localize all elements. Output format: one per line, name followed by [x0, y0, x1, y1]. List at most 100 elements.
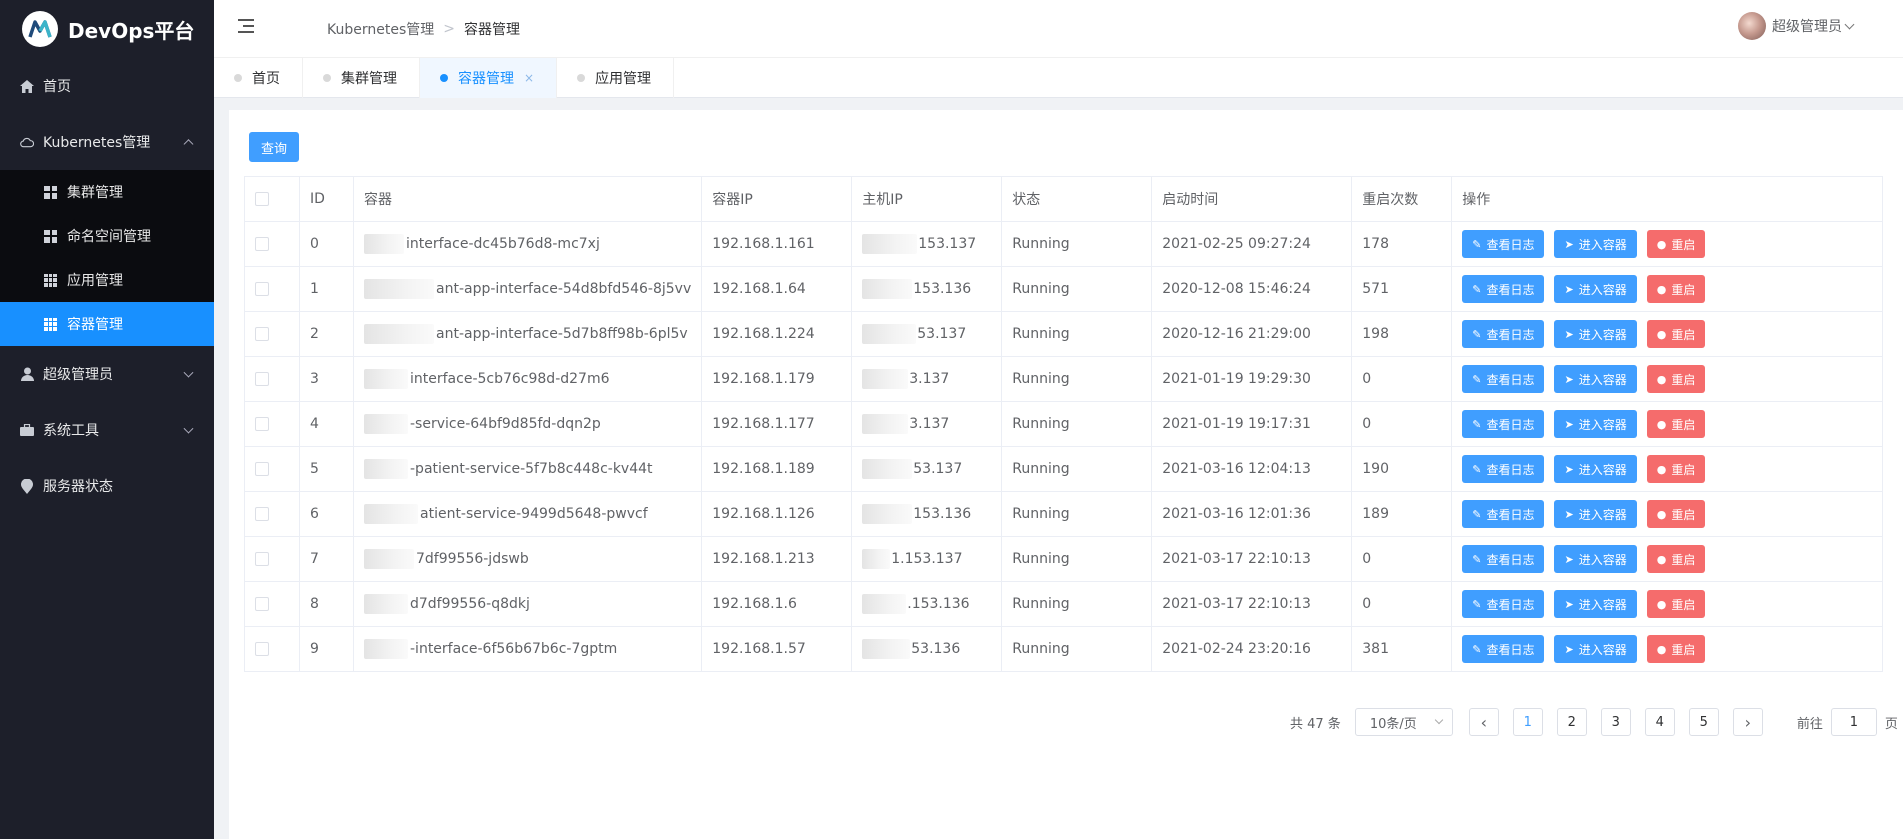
page-button-4[interactable]: 4 — [1644, 708, 1675, 736]
restart-button[interactable]: ● 重启 — [1646, 275, 1706, 303]
sidebar-item-container-management[interactable]: 容器管理 — [0, 302, 214, 346]
home-icon — [20, 79, 34, 93]
tag-container-management[interactable]: 容器管理 × — [420, 58, 558, 98]
user-menu[interactable]: 超级管理员 — [1738, 12, 1855, 40]
row-checkbox[interactable] — [255, 597, 269, 611]
enter-container-button[interactable]: ➤ 进入容器 — [1554, 635, 1637, 663]
tag-cluster-management[interactable]: 集群管理 — [303, 58, 420, 98]
restart-label: 重启 — [1671, 327, 1696, 342]
row-checkbox[interactable] — [255, 372, 269, 386]
view-logs-button[interactable]: ✎ 查看日志 — [1462, 635, 1545, 663]
redacted-mask — [364, 369, 408, 389]
redacted-mask — [862, 234, 918, 254]
select-all-checkbox[interactable] — [255, 192, 269, 206]
cell-container: d7df99556-q8dkj — [352, 581, 703, 627]
tag-app-management[interactable]: 应用管理 — [557, 58, 675, 98]
enter-container-button[interactable]: ➤ 进入容器 — [1554, 410, 1637, 438]
cell-actions: ✎ 查看日志 ➤ 进入容器 ● 重启 — [1451, 356, 1883, 402]
row-checkbox[interactable] — [255, 282, 269, 296]
restart-button[interactable]: ● 重启 — [1646, 410, 1706, 438]
page-button-3[interactable]: 3 — [1600, 708, 1631, 736]
goto-page-input[interactable]: 1 — [1830, 708, 1877, 736]
cell-start-time: 2021-02-25 09:27:24 — [1151, 221, 1353, 267]
sidebar-item-home[interactable]: 首页 — [0, 58, 214, 114]
restart-button[interactable]: ● 重启 — [1646, 230, 1706, 258]
restart-button[interactable]: ● 重启 — [1646, 455, 1706, 483]
row-select-cell — [244, 491, 300, 537]
container-table: ID 容器 容器IP 主机IP 状态 启动时间 重启次数 操作 0 interfa… — [244, 176, 1883, 672]
view-logs-button[interactable]: ✎ 查看日志 — [1462, 410, 1545, 438]
tag-home[interactable]: 首页 — [214, 58, 303, 98]
enter-container-label: 进入容器 — [1578, 552, 1627, 567]
view-logs-button[interactable]: ✎ 查看日志 — [1462, 320, 1545, 348]
cell-start-time: 2021-02-24 23:20:16 — [1151, 626, 1353, 672]
page-size-select[interactable]: 10条/页 — [1354, 708, 1453, 736]
restart-button[interactable]: ● 重启 — [1646, 500, 1706, 528]
sidebar-item-server-status[interactable]: 服务器状态 — [0, 458, 214, 514]
page-button-5[interactable]: 5 — [1688, 708, 1719, 736]
sidebar-item-cluster-management[interactable]: 集群管理 — [0, 170, 214, 214]
close-icon[interactable]: × — [524, 71, 534, 85]
view-logs-button[interactable]: ✎ 查看日志 — [1462, 590, 1545, 618]
restart-button[interactable]: ● 重启 — [1646, 590, 1706, 618]
page-button-2[interactable]: 2 — [1556, 708, 1587, 736]
cell-container: atient-service-9499d5648-pwvcf — [352, 491, 703, 537]
restart-label: 重启 — [1671, 282, 1696, 297]
view-logs-button[interactable]: ✎ 查看日志 — [1462, 500, 1545, 528]
row-checkbox[interactable] — [255, 642, 269, 656]
cell-actions: ✎ 查看日志 ➤ 进入容器 ● 重启 — [1451, 446, 1883, 492]
host-ip-value: 1.153.137 — [891, 551, 963, 567]
next-page-button[interactable]: › — [1732, 708, 1763, 736]
redacted-mask — [862, 369, 909, 389]
breadcrumb-item-kubernetes[interactable]: Kubernetes管理 — [327, 19, 434, 39]
cell-status: Running — [1001, 401, 1153, 447]
restart-button[interactable]: ● 重启 — [1646, 320, 1706, 348]
sidebar-item-app-management[interactable]: 应用管理 — [0, 258, 214, 302]
enter-container-button[interactable]: ➤ 进入容器 — [1554, 275, 1637, 303]
row-checkbox[interactable] — [255, 462, 269, 476]
sidebar-item-system-tools[interactable]: 系统工具 — [0, 402, 214, 458]
menu-toggle-icon[interactable] — [238, 19, 254, 33]
enter-container-button[interactable]: ➤ 进入容器 — [1554, 545, 1637, 573]
restart-button[interactable]: ● 重启 — [1646, 365, 1706, 393]
prev-page-button[interactable]: ‹ — [1468, 708, 1499, 736]
enter-container-button[interactable]: ➤ 进入容器 — [1554, 590, 1637, 618]
row-select-cell — [244, 311, 300, 357]
column-header-restarts: 重启次数 — [1351, 176, 1453, 222]
redacted-mask — [862, 279, 913, 299]
enter-container-button[interactable]: ➤ 进入容器 — [1554, 230, 1637, 258]
row-checkbox[interactable] — [255, 237, 269, 251]
view-logs-button[interactable]: ✎ 查看日志 — [1462, 230, 1545, 258]
enter-container-button[interactable]: ➤ 进入容器 — [1554, 365, 1637, 393]
view-logs-button[interactable]: ✎ 查看日志 — [1462, 365, 1545, 393]
cell-container-ip: 192.168.1.6 — [701, 581, 853, 627]
tag-label: 容器管理 — [458, 71, 514, 87]
view-logs-label: 查看日志 — [1486, 597, 1535, 612]
row-checkbox[interactable] — [255, 552, 269, 566]
view-logs-button[interactable]: ✎ 查看日志 — [1462, 455, 1545, 483]
row-select-cell — [244, 401, 300, 447]
restart-button[interactable]: ● 重启 — [1646, 545, 1706, 573]
enter-container-button[interactable]: ➤ 进入容器 — [1554, 320, 1637, 348]
user-name[interactable]: 超级管理员 — [1772, 16, 1842, 36]
redacted-mask — [364, 504, 418, 524]
enter-container-button[interactable]: ➤ 进入容器 — [1554, 500, 1637, 528]
avatar[interactable] — [1738, 12, 1766, 40]
sidebar-item-namespace-management[interactable]: 命名空间管理 — [0, 214, 214, 258]
table-body: 0 interface-dc45b76d8-mc7xj 192.168.1.161 1… — [244, 221, 1883, 672]
view-logs-button[interactable]: ✎ 查看日志 — [1462, 545, 1545, 573]
table-row: 1 ant-app-interface-54d8bfd546-8j5vv 192.1… — [244, 266, 1883, 312]
row-checkbox[interactable] — [255, 417, 269, 431]
row-checkbox[interactable] — [255, 507, 269, 521]
restart-button[interactable]: ● 重启 — [1646, 635, 1706, 663]
row-checkbox[interactable] — [255, 327, 269, 341]
sidebar-item-kubernetes[interactable]: Kubernetes管理 — [0, 114, 214, 170]
redacted-mask — [364, 279, 434, 299]
enter-container-button[interactable]: ➤ 进入容器 — [1554, 455, 1637, 483]
cell-container: -service-64bf9d85fd-dqn2p — [352, 401, 703, 447]
enter-container-label: 进入容器 — [1578, 327, 1627, 342]
view-logs-button[interactable]: ✎ 查看日志 — [1462, 275, 1545, 303]
query-button[interactable]: 查询 — [249, 132, 299, 162]
sidebar-item-super-admin[interactable]: 超级管理员 — [0, 346, 214, 402]
page-button-1[interactable]: 1 — [1512, 708, 1543, 736]
